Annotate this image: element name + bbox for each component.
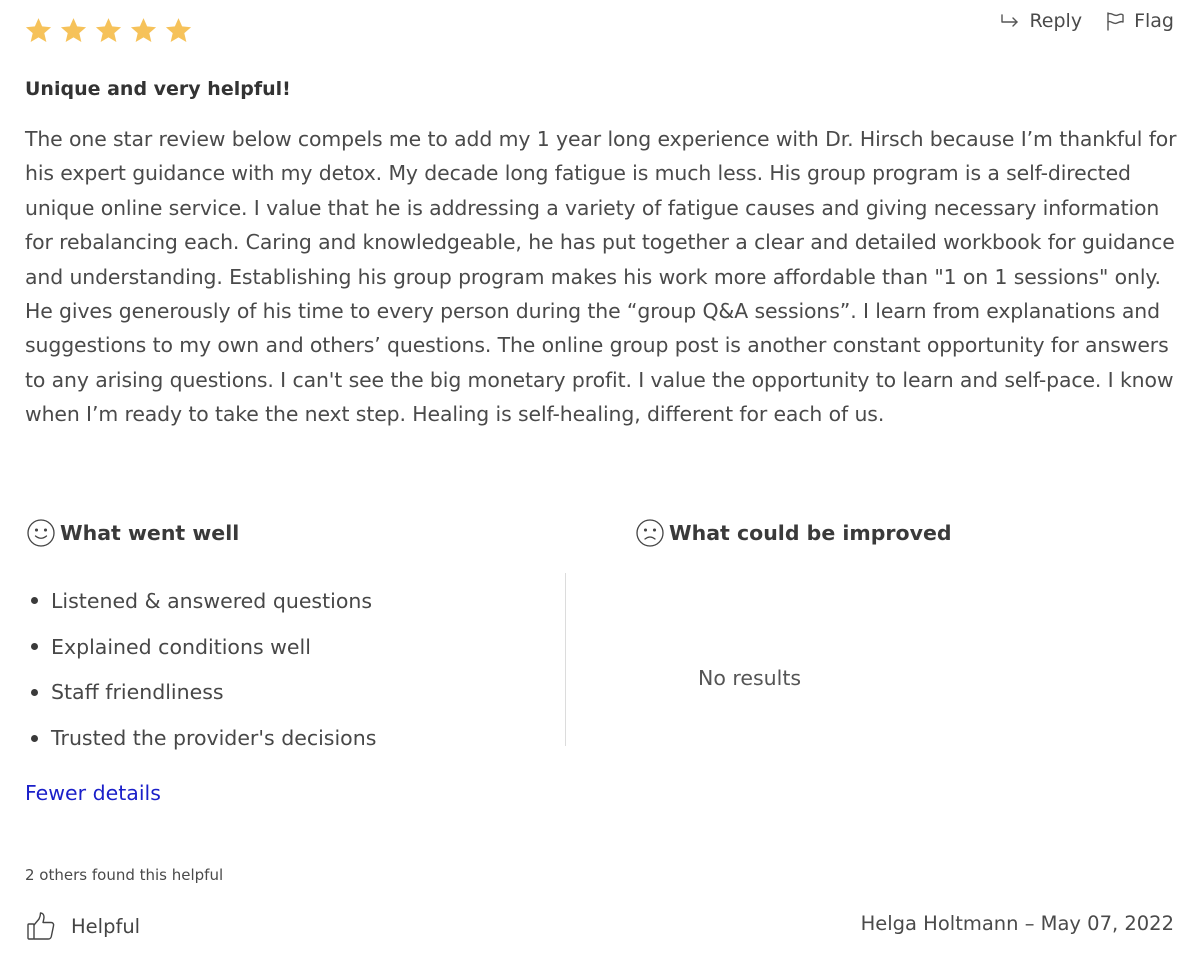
went-well-item: Staff friendliness (25, 670, 376, 716)
reply-button[interactable]: Reply (999, 10, 1082, 32)
star-icon (59, 16, 88, 45)
fewer-details-link[interactable]: Fewer details (25, 781, 161, 805)
flag-label: Flag (1134, 10, 1174, 32)
frown-icon (635, 518, 665, 548)
went-well-list: Listened & answered questions Explained c… (25, 578, 376, 761)
reply-label: Reply (1029, 10, 1083, 32)
star-icon (94, 16, 123, 45)
helpful-button[interactable]: Helpful (25, 910, 140, 942)
review-actions: Reply Flag (999, 10, 1174, 32)
bullet-icon (31, 688, 38, 696)
helpful-count: 2 others found this helpful (25, 866, 224, 884)
review-title: Unique and very helpful! (25, 78, 291, 100)
went-well-item-label: Trusted the provider's decisions (51, 726, 377, 751)
bullet-icon (31, 597, 38, 605)
went-well-item-label: Explained conditions well (51, 634, 311, 659)
column-divider (565, 573, 566, 746)
star-icon (164, 16, 193, 45)
star-icon (24, 16, 53, 45)
no-results-text: No results (698, 666, 802, 690)
star-icon (129, 16, 158, 45)
bullet-icon (31, 734, 38, 742)
went-well-item-label: Listened & answered questions (51, 588, 373, 613)
went-well-item: Listened & answered questions (25, 578, 376, 624)
went-well-heading: What went well (26, 518, 239, 548)
thumbs-up-icon (25, 910, 57, 942)
could-improve-heading: What could be improved (635, 518, 952, 548)
flag-icon (1104, 10, 1126, 32)
review-body: The one star review below compels me to … (25, 127, 1177, 427)
reply-icon (999, 10, 1021, 32)
went-well-item-label: Staff friendliness (51, 680, 224, 705)
bullet-icon (31, 643, 38, 651)
went-well-item: Explained conditions well (25, 624, 376, 670)
went-well-item: Trusted the provider's decisions (25, 715, 376, 761)
went-well-label: What went well (60, 521, 240, 545)
flag-button[interactable]: Flag (1104, 10, 1174, 32)
author-date: Helga Holtmann – May 07, 2022 (860, 912, 1174, 935)
could-improve-label: What could be improved (669, 521, 952, 545)
helpful-label: Helpful (71, 914, 141, 938)
star-rating (24, 16, 193, 45)
smile-icon (26, 518, 56, 548)
